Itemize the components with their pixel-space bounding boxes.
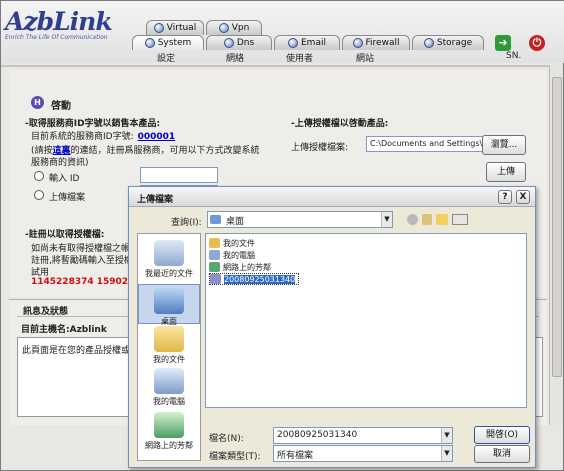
firewall-icon <box>352 38 363 48</box>
upload-file-label: 上傳檔案 <box>49 193 86 203</box>
file-item-my-documents[interactable]: 我的文件 <box>209 237 255 249</box>
my-documents-icon <box>154 326 184 352</box>
filename-dropdown-icon[interactable]: ▼ <box>441 428 452 443</box>
email-icon <box>288 38 298 48</box>
filename-input[interactable]: 20080925031340 <box>273 427 453 444</box>
desktop-place-icon <box>154 288 184 314</box>
file-item-network[interactable]: 網路上的芳鄰 <box>209 261 271 273</box>
input-id-radio[interactable] <box>34 171 44 181</box>
id-label: 目前系統的服務商ID字號: 000001 <box>31 132 176 142</box>
place-recent[interactable]: 我最近的文件 <box>138 240 200 279</box>
tab-dns[interactable]: Dns <box>206 35 272 50</box>
tab-virtual[interactable]: Virtual <box>146 20 204 35</box>
message-text: 此頁面是在您的產品授權或 <box>22 346 131 356</box>
file-item-selected[interactable]: 20080925031340 <box>209 273 300 285</box>
network-icon <box>209 262 220 272</box>
brand-logo: AzbLink Enrich The Life Of Communication <box>5 8 129 46</box>
upload-path-field[interactable]: C:\Documents and Settings\Ch <box>366 136 486 152</box>
host-label: 目前主機名:Azblink <box>21 325 107 335</box>
desktop-icon <box>210 215 221 224</box>
upload-label: 上傳授權檔案: <box>291 143 349 153</box>
id-input[interactable] <box>140 167 218 183</box>
hint-line-2: 服務商的資訊) <box>31 158 89 168</box>
back-icon[interactable] <box>407 214 418 225</box>
tab-storage[interactable]: Storage <box>412 35 484 50</box>
page-scrollbar[interactable] <box>549 65 563 425</box>
view-menu-icon[interactable] <box>452 214 468 225</box>
lower-heading: -註冊以取得授權檔: <box>25 230 105 240</box>
tab-email[interactable]: Email <box>274 35 340 50</box>
network-places-icon <box>154 412 184 438</box>
dialog-title: 上傳檔案 <box>137 195 174 205</box>
submenu-settings[interactable]: 設定 <box>157 51 175 64</box>
cancel-button[interactable]: 取消 <box>474 445 530 463</box>
sub-menu: 設定 網絡 使用者 網站 SN. <box>131 51 561 64</box>
folder-icon <box>209 238 220 248</box>
filetype-label: 檔案類型(T): <box>209 452 261 462</box>
upload-button[interactable]: 上傳 <box>486 162 526 182</box>
submenu-users[interactable]: 使用者 <box>286 51 313 64</box>
help-icon: H <box>31 96 44 109</box>
filename-label: 檔名(N): <box>209 434 244 444</box>
virtual-icon <box>153 23 164 33</box>
submenu-website[interactable]: 網站 <box>356 51 374 64</box>
scrollbar-thumb[interactable] <box>552 77 562 377</box>
system-icon <box>144 38 155 48</box>
dns-icon <box>223 38 234 48</box>
left-heading: -取得服務商ID字號以銷售本產品: <box>25 119 161 129</box>
places-bar: 我最近的文件 桌面 我的文件 我的電腦 網路上的芳鄰 <box>137 233 201 461</box>
tab-system[interactable]: System <box>132 35 204 50</box>
dialog-titlebar: 上傳檔案 ? X <box>129 187 535 207</box>
place-network[interactable]: 網路上的芳鄰 <box>138 412 200 451</box>
filetype-select[interactable]: 所有檔案 <box>273 445 453 462</box>
tab-firewall[interactable]: Firewall <box>342 35 410 50</box>
place-my-documents[interactable]: 我的文件 <box>138 326 200 365</box>
tab-vpn[interactable]: Vpn <box>206 20 262 35</box>
computer-icon <box>209 250 220 260</box>
app-window: AzbLink Enrich The Life Of Communication… <box>0 0 564 471</box>
logout-icon[interactable]: ➜ <box>495 35 511 51</box>
section-title: 啓動 <box>51 101 71 112</box>
lookin-label: 查詢(I): <box>171 218 202 228</box>
submenu-sn[interactable]: SN. <box>506 51 521 61</box>
upload-file-radio[interactable] <box>34 190 44 200</box>
file-item-my-computer[interactable]: 我的電腦 <box>209 249 255 261</box>
filetype-dropdown-icon[interactable]: ▼ <box>441 446 452 461</box>
new-folder-icon[interactable] <box>436 214 448 225</box>
dialog-help-button[interactable]: ? <box>498 190 512 204</box>
lookin-select[interactable]: 桌面 <box>207 211 393 228</box>
submenu-network[interactable]: 網絡 <box>226 51 244 64</box>
file-list[interactable]: 我的文件 我的電腦 網路上的芳鄰 20080925031340 <box>205 233 527 408</box>
upload-file-dialog: 上傳檔案 ? X 查詢(I): 桌面 ▼ 我最近的文件 桌面 我的文件 我的電腦… <box>128 186 536 468</box>
browse-button[interactable]: 瀏覽... <box>482 135 526 155</box>
logo-text: AzbLink <box>5 7 113 36</box>
chevron-down-icon[interactable]: ▼ <box>381 212 392 227</box>
recent-docs-icon <box>154 240 184 266</box>
storage-icon <box>423 38 434 48</box>
place-desktop[interactable]: 桌面 <box>138 284 200 326</box>
dialog-close-button[interactable]: X <box>516 190 530 204</box>
power-icon[interactable]: ⏻ <box>529 35 545 51</box>
place-my-computer[interactable]: 我的電腦 <box>138 368 200 407</box>
id-value[interactable]: 000001 <box>138 132 176 142</box>
vpn-icon <box>218 23 229 33</box>
my-computer-icon <box>154 368 184 394</box>
up-folder-icon[interactable] <box>422 214 432 225</box>
header-bar: AzbLink Enrich The Life Of Communication… <box>1 1 564 64</box>
file-icon <box>210 274 221 284</box>
open-button[interactable]: 開啓(O) <box>474 426 530 444</box>
right-heading: -上傳授權檔以啓動產品: <box>291 119 389 129</box>
input-id-label: 輸入 ID <box>49 174 80 184</box>
header-divider <box>1 65 549 67</box>
